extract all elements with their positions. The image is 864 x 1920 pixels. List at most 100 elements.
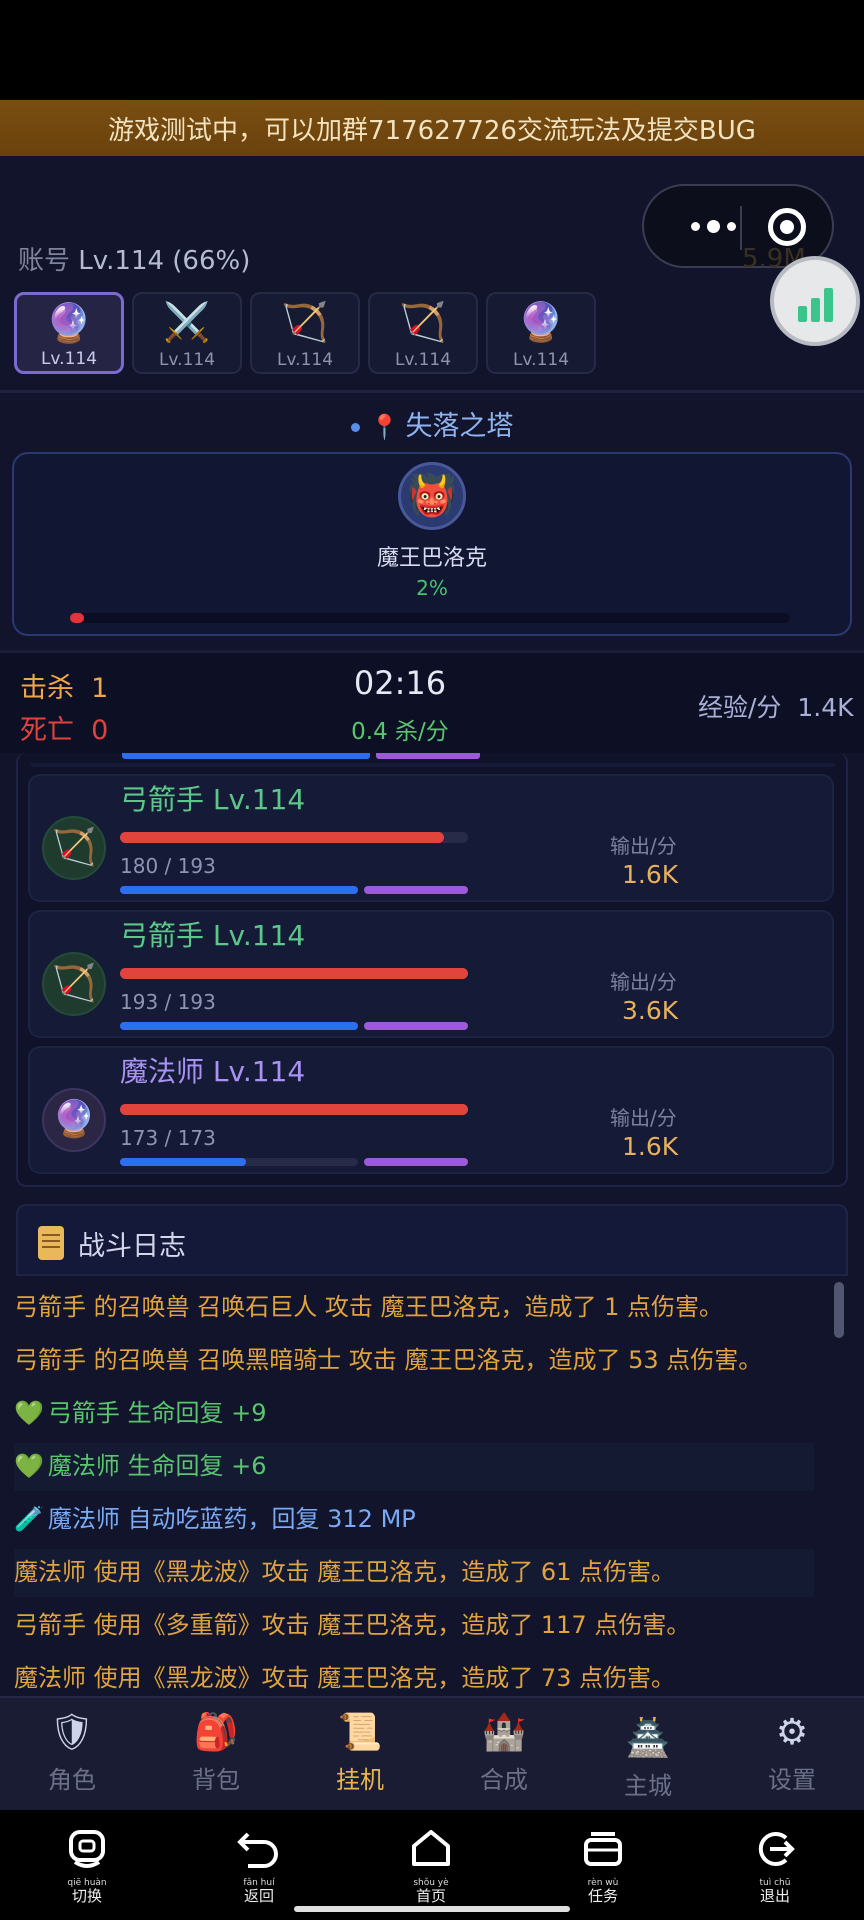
home-indicator bbox=[294, 1906, 570, 1912]
nav-label: 退出 bbox=[759, 1887, 790, 1905]
hero-slot[interactable]: 🔮 Lv.114 bbox=[14, 292, 124, 374]
back-icon bbox=[214, 1824, 304, 1878]
log-entry: 弓箭手 使用《多重箭》攻击 魔王巴洛克，造成了 117 点伤害。 bbox=[14, 1602, 814, 1650]
exp-per-minute: 经验/分 1.4K bbox=[698, 688, 854, 724]
tab-city[interactable]: 🏯 主城 bbox=[588, 1716, 708, 1801]
log-text: 魔法师 使用《黑龙波》攻击 魔王巴洛克，造成了 61 点伤害。 bbox=[14, 1558, 676, 1586]
stats-chart-button[interactable] bbox=[770, 256, 860, 346]
nav-exit[interactable]: tuì chū 退出 bbox=[730, 1824, 820, 1905]
battle-log[interactable]: 弓箭手 的召唤兽 召唤石巨人 攻击 魔王巴洛克，造成了 1 点伤害。弓箭手 的召… bbox=[0, 1276, 848, 1694]
tab-label: 背包 bbox=[192, 1766, 240, 1794]
battle-log-title: 战斗日志 bbox=[78, 1231, 186, 1262]
log-text: 弓箭手 生命回复 +9 bbox=[47, 1399, 267, 1427]
hp-bar bbox=[120, 1104, 468, 1115]
target-circle-icon[interactable] bbox=[768, 208, 806, 246]
nav-switch[interactable]: qiē huàn 切换 bbox=[42, 1824, 132, 1905]
hero-slot[interactable]: ⚔️ Lv.114 bbox=[132, 292, 242, 374]
tab-label: 挂机 bbox=[336, 1766, 384, 1794]
party-member-card[interactable]: 🏹 弓箭手 Lv.114 193 / 193 输出/分 3.6K bbox=[28, 910, 834, 1038]
nav-label: 首页 bbox=[415, 1887, 446, 1905]
nav-back[interactable]: fǎn huí 返回 bbox=[214, 1824, 304, 1905]
hero-slot[interactable]: 🏹 Lv.114 bbox=[368, 292, 478, 374]
potion-icon: 🧪 bbox=[14, 1505, 44, 1533]
boss-name: 魔王巴洛克 bbox=[376, 546, 487, 571]
hp-bar-fill bbox=[120, 968, 468, 979]
tab-character[interactable]: 🛡 角色 bbox=[12, 1710, 132, 1795]
hero-slot[interactable]: 🔮 Lv.114 bbox=[486, 292, 596, 374]
log-scrollbar[interactable] bbox=[834, 1282, 844, 1338]
bow-arrow-icon: 🏹 bbox=[42, 952, 106, 1016]
hp-bar-fill bbox=[120, 1104, 468, 1115]
boss-progress-fill bbox=[70, 613, 85, 623]
mp-bar-fill bbox=[120, 1022, 358, 1030]
location-name: 失落之塔 bbox=[405, 411, 514, 442]
crystal-ball-icon: 🔮 bbox=[45, 301, 93, 345]
peek-card-edge bbox=[30, 763, 836, 767]
gear-icon: ⚙ bbox=[775, 1712, 809, 1753]
output-value: 3.6K bbox=[622, 996, 679, 1025]
log-entry: 💚 魔法师 生命回复 +6 bbox=[14, 1443, 814, 1491]
bottom-tab-bar: 🛡 角色 🎒 背包 📜 挂机 🏰 合成 🏯 主城 ⚙ 设置 bbox=[0, 1696, 864, 1810]
member-name: 弓箭手 Lv.114 bbox=[120, 919, 306, 952]
output-value: 1.6K bbox=[622, 1132, 679, 1161]
mp-bar-fill bbox=[120, 886, 358, 894]
bow-arrow-icon: 🏹 bbox=[281, 300, 329, 344]
output-label: 输出/分 bbox=[610, 834, 677, 858]
kills-per-minute: 0.4 杀/分 bbox=[351, 719, 449, 745]
hero-slot-level: Lv.114 bbox=[40, 349, 98, 369]
log-entry: 魔法师 使用《黑龙波》攻击 魔王巴洛克，造成了 73 点伤害。 bbox=[14, 1655, 814, 1694]
party-member-card[interactable]: 🏹 弓箭手 Lv.114 180 / 193 输出/分 1.6K bbox=[28, 774, 834, 902]
battle-timer: 02:16 bbox=[353, 664, 447, 702]
account-level: 账号 Lv.114 (66%) bbox=[18, 240, 250, 277]
exp-value: 1.4K bbox=[797, 693, 854, 722]
log-text: 魔法师 使用《黑龙波》攻击 魔王巴洛克，造成了 73 点伤害。 bbox=[14, 1664, 676, 1692]
backpack-icon: 🎒 bbox=[193, 1712, 239, 1753]
log-entry: 🧪 魔法师 自动吃蓝药，回复 312 MP bbox=[14, 1496, 814, 1544]
heart-icon: 💚 bbox=[14, 1399, 44, 1427]
home-icon bbox=[386, 1824, 476, 1878]
tab-label: 主城 bbox=[624, 1772, 672, 1800]
member-name: 弓箭手 Lv.114 bbox=[120, 783, 306, 816]
output-value: 1.6K bbox=[622, 860, 679, 889]
account-label: 账号 bbox=[18, 246, 71, 276]
heart-icon: 💚 bbox=[14, 1452, 44, 1480]
log-text: 魔法师 自动吃蓝药，回复 312 MP bbox=[47, 1505, 416, 1533]
tab-castle[interactable]: 🏰 合成 bbox=[444, 1710, 564, 1795]
tab-gear[interactable]: ⚙ 设置 bbox=[732, 1710, 852, 1795]
mp-bar-fill bbox=[120, 1158, 247, 1166]
bar-chart-icon bbox=[798, 288, 838, 322]
hero-slot-level: Lv.114 bbox=[394, 350, 452, 370]
hero-slot[interactable]: 🏹 Lv.114 bbox=[250, 292, 360, 374]
tab-backpack[interactable]: 🎒 背包 bbox=[156, 1710, 276, 1795]
demon-mask-icon: 👹 bbox=[398, 462, 466, 530]
tab-scroll[interactable]: 📜 挂机 bbox=[300, 1710, 420, 1795]
battle-log-header: 战斗日志 bbox=[16, 1204, 848, 1276]
log-entry: 弓箭手 的召唤兽 召唤黑暗骑士 攻击 魔王巴洛克，造成了 53 点伤害。 bbox=[14, 1337, 814, 1385]
log-text: 弓箭手 的召唤兽 召唤石巨人 攻击 魔王巴洛克，造成了 1 点伤害。 bbox=[14, 1293, 724, 1321]
hero-slot-level: Lv.114 bbox=[276, 350, 334, 370]
boss-progress-text: 2% bbox=[416, 576, 448, 600]
divider bbox=[0, 390, 864, 393]
bow-arrow-icon: 🏹 bbox=[399, 300, 447, 344]
crystal-ball-icon: 🔮 bbox=[517, 300, 565, 344]
nav-tasks[interactable]: rèn wù 任务 bbox=[558, 1824, 648, 1905]
crossed-swords-icon: ⚔️ bbox=[163, 300, 211, 344]
nav-home[interactable]: shǒu yè 首页 bbox=[386, 1824, 476, 1905]
account-level-value: Lv.114 (66%) bbox=[78, 246, 251, 276]
party-member-card[interactable]: 🔮 魔法师 Lv.114 173 / 173 输出/分 1.6K bbox=[28, 1046, 834, 1174]
system-nav-bar: qiē huàn 切换 fǎn huí 返回 shǒu yè 首页 rèn wù 任务 tuì … bbox=[0, 1810, 864, 1920]
peek-mp-bar bbox=[122, 753, 370, 759]
announcement-banner: 游戏测试中，可以加群717627726交流玩法及提交BUG bbox=[0, 100, 864, 156]
nav-label: 返回 bbox=[243, 1887, 274, 1905]
nav-label: 任务 bbox=[587, 1887, 618, 1905]
hp-bar bbox=[120, 832, 468, 843]
tab-label: 设置 bbox=[768, 1766, 816, 1794]
exp-label: 经验/分 bbox=[698, 693, 782, 722]
castle-icon: 🏰 bbox=[481, 1712, 527, 1753]
status-bar-area bbox=[0, 0, 864, 100]
log-entry: 💚 弓箭手 生命回复 +9 bbox=[14, 1390, 814, 1438]
log-text: 弓箭手 使用《多重箭》攻击 魔王巴洛克，造成了 117 点伤害。 bbox=[14, 1611, 691, 1639]
nav-label: 切换 bbox=[71, 1887, 102, 1905]
energy-bar bbox=[364, 886, 468, 894]
output-label: 输出/分 bbox=[610, 1106, 677, 1130]
